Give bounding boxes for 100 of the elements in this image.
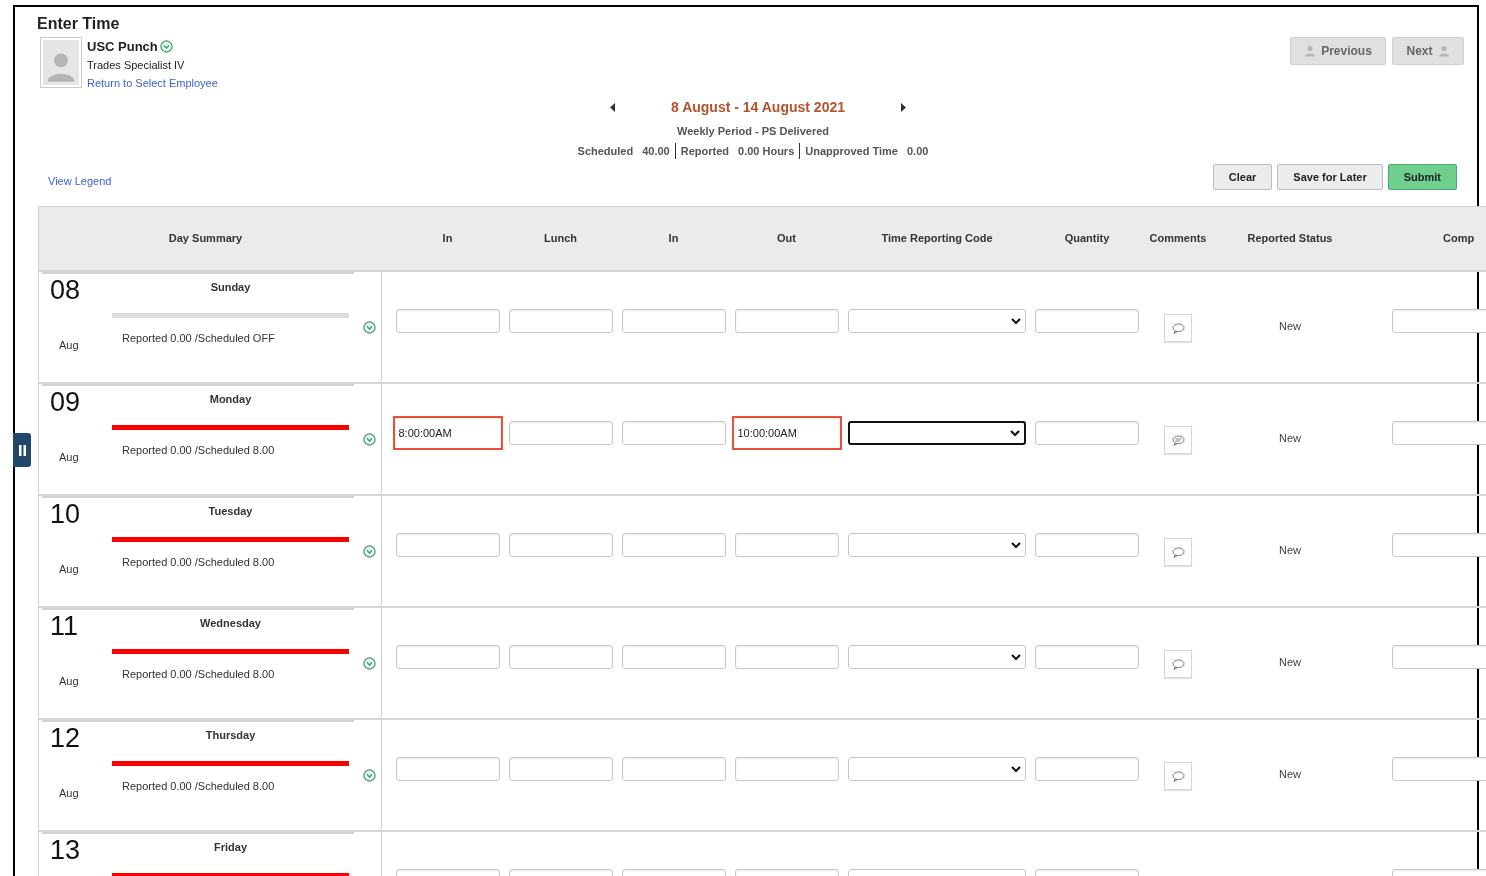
page-title: Enter Time [37,14,121,34]
pause-icon [18,444,26,456]
weekday-label: Tuesday [207,504,254,519]
time-input[interactable] [395,309,500,333]
dropdown-icon[interactable] [159,40,173,54]
comp-input[interactable] [1392,533,1486,557]
time-input[interactable] [395,645,500,669]
time-input[interactable] [508,533,613,557]
expand-icon[interactable] [363,321,376,334]
time-input[interactable] [734,757,839,781]
speech-bubble-icon [1171,770,1185,782]
previous-button[interactable]: Previous [1290,37,1386,65]
day-summary-text: Reported 0.00 /Scheduled 8.00 [122,667,275,682]
time-input[interactable] [621,309,726,333]
time-input[interactable]: 10:00:00AM [731,416,842,450]
side-panel-toggle[interactable] [13,433,31,467]
expand-icon[interactable] [363,545,376,558]
month-label: Aug [59,562,79,577]
quantity-input[interactable] [1035,421,1139,445]
next-button[interactable]: Next [1392,37,1464,65]
action-button[interactable]: Submit [1387,164,1457,190]
speech-bubble-icon [1171,322,1185,334]
comment-button[interactable] [1164,762,1192,790]
quantity-input[interactable] [1035,533,1139,557]
column-header: In [441,231,454,247]
time-reporting-code-select[interactable] [848,421,1026,445]
time-input[interactable] [395,757,500,781]
comment-button[interactable] [1164,538,1192,566]
column-header: Day Summary [167,231,244,247]
weekday-label: Friday [213,840,248,855]
day-summary-text: Reported 0.00 /Scheduled 8.00 [122,779,275,794]
month-label: Aug [59,338,79,353]
chevron-down-icon [1010,316,1022,326]
person-icon [1437,45,1450,57]
column-header: Out [776,231,797,247]
total-value: 40.00 [642,143,670,159]
expand-icon[interactable] [363,769,376,782]
comment-button[interactable] [1164,314,1192,342]
status-text: New [1279,542,1301,558]
time-input[interactable] [621,533,726,557]
comp-input[interactable] [1392,309,1486,333]
status-text: New [1279,318,1301,334]
time-input[interactable] [621,421,726,445]
period-title: 8 August - 14 August 2021 [671,98,845,117]
return-link[interactable]: Return to Select Employee [87,75,218,92]
month-label: Aug [59,674,79,689]
previous-period-icon[interactable] [610,103,616,112]
next-period-icon[interactable] [900,103,906,112]
weekday-label: Thursday [204,728,257,743]
month-label: Aug [59,786,79,801]
day-number: 11 [50,613,79,640]
weekday-label: Sunday [209,280,252,295]
expand-icon[interactable] [363,657,376,670]
day-summary-text: Reported 0.00 /Scheduled 8.00 [122,443,275,458]
expand-icon[interactable] [363,433,376,446]
column-header: Quantity [1063,231,1111,247]
month-label: Aug [59,450,79,465]
total-label: Unapproved Time [805,143,898,159]
day-number: 12 [50,725,81,752]
time-input[interactable] [621,757,726,781]
time-input[interactable] [621,645,726,669]
day-number: 10 [50,501,81,528]
status-text: New [1279,766,1301,782]
view-legend-link[interactable]: View Legend [48,173,112,190]
total-label: Scheduled [577,143,634,159]
chevron-down-icon [1010,652,1022,662]
time-input[interactable] [734,645,839,669]
comp-input[interactable] [1392,757,1486,781]
time-input[interactable] [395,533,500,557]
time-input[interactable] [508,757,613,781]
time-input[interactable]: 8:00:00AM [392,416,503,450]
chevron-down-icon [1010,540,1022,550]
total-value: 0.00 [907,143,929,159]
comp-input[interactable] [1392,645,1486,669]
column-header: Reported Status [1246,231,1334,247]
quantity-input[interactable] [1035,645,1139,669]
time-input[interactable] [508,645,613,669]
speech-bubble-icon [1171,546,1185,558]
day-number: 13 [50,837,81,864]
day-number: 08 [50,277,81,304]
comment-button[interactable] [1164,650,1192,678]
action-button[interactable]: Clear [1212,164,1273,190]
chevron-down-icon [1010,764,1022,774]
speech-bubble-icon [1171,658,1185,670]
comp-input[interactable] [1392,421,1486,445]
time-input[interactable] [508,421,613,445]
time-input[interactable] [508,309,613,333]
time-input[interactable] [734,309,839,333]
action-button[interactable]: Save for Later [1277,164,1383,190]
quantity-input[interactable] [1035,757,1139,781]
day-number: 09 [50,389,81,416]
comment-button[interactable] [1164,426,1192,454]
chevron-down-icon [1009,428,1021,438]
quantity-input[interactable] [1035,309,1139,333]
employee-name: USC Punch [87,38,158,56]
time-input[interactable] [734,533,839,557]
column-header: Time Reporting Code [880,231,994,247]
column-header: Comp [1442,231,1476,247]
column-header: Comments [1148,231,1208,247]
weekday-label: Monday [208,392,253,407]
